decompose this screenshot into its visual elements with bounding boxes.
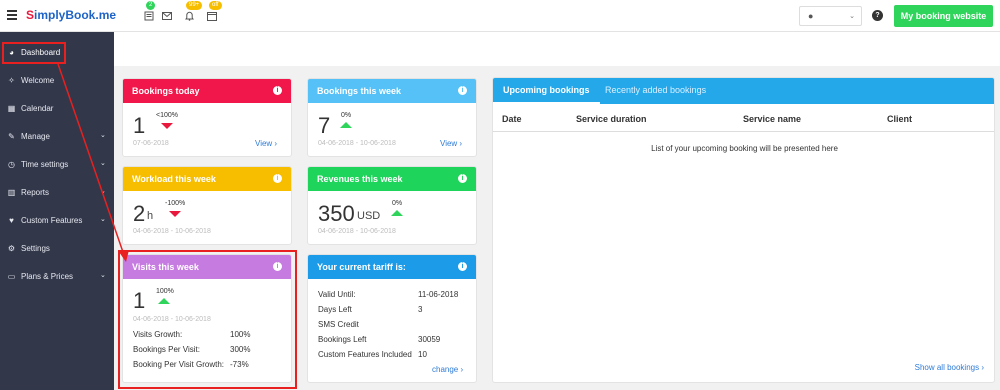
annotation-arrow [57, 63, 129, 262]
